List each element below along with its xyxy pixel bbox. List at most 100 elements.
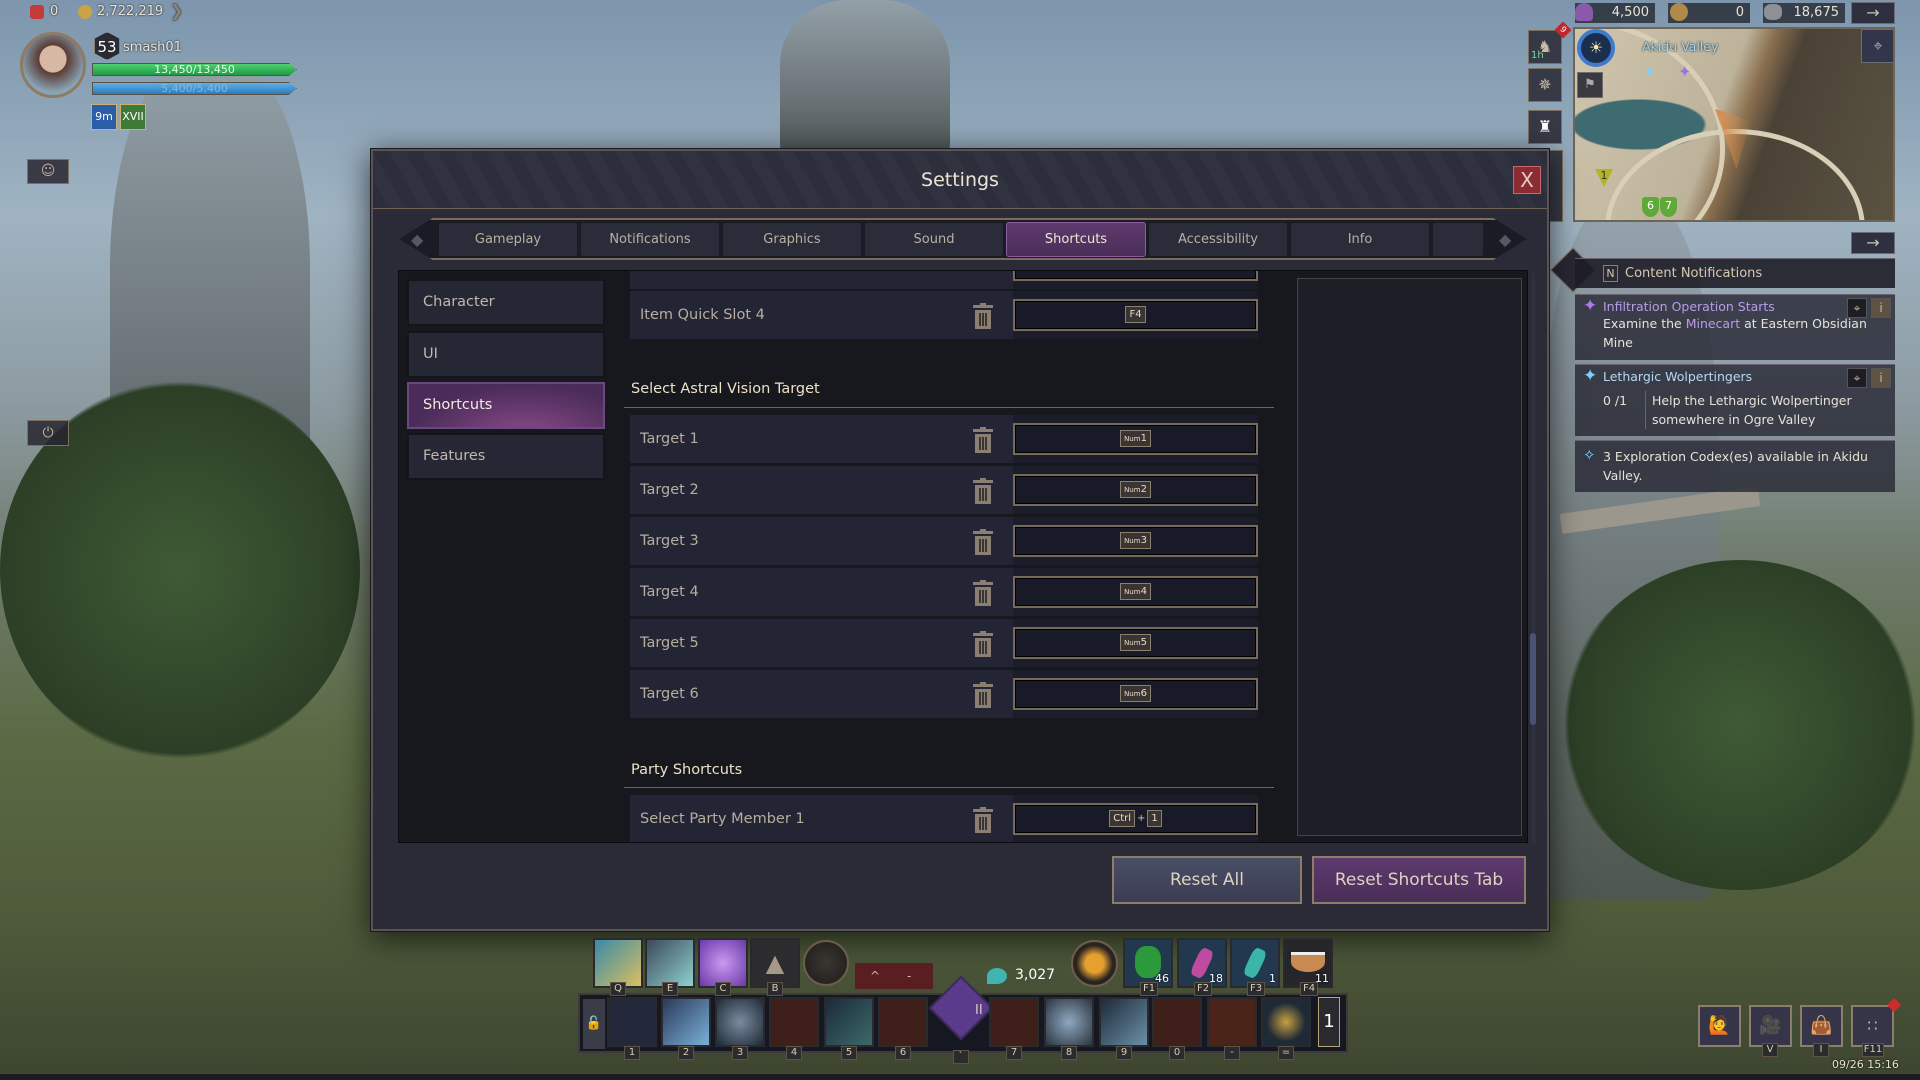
key-binding-box[interactable]: Ctrl +1: [1013, 803, 1258, 835]
inventory-button[interactable]: 👜: [1800, 1005, 1843, 1047]
reset-shortcuts-tab-button[interactable]: Reset Shortcuts Tab: [1312, 856, 1526, 904]
skill-slot-equals[interactable]: [1261, 997, 1311, 1047]
consumable-slot-f1[interactable]: 46: [1123, 938, 1173, 988]
power-icon[interactable]: ⏻: [27, 420, 69, 446]
trash-icon[interactable]: [972, 807, 994, 833]
tab-prev-icon[interactable]: ◆: [411, 230, 423, 249]
close-button[interactable]: X: [1513, 166, 1541, 194]
info-scroll-icon[interactable]: i: [1871, 368, 1891, 388]
trash-icon[interactable]: [972, 631, 994, 657]
tab-notifications[interactable]: Notifications: [580, 222, 720, 257]
key-binding-box[interactable]: F4: [1013, 299, 1258, 331]
trash-icon[interactable]: [972, 580, 994, 606]
flag-button[interactable]: ⚑: [1577, 72, 1603, 98]
skill-slot-b[interactable]: ▲: [750, 938, 800, 988]
bow-buff-icon[interactable]: 9m: [91, 104, 117, 130]
key-binding-box[interactable]: Num6: [1013, 678, 1258, 710]
sidenav-ui[interactable]: UI: [407, 331, 605, 378]
trash-icon[interactable]: [972, 682, 994, 708]
skill-slot-q[interactable]: [593, 938, 643, 988]
skill-slot-7[interactable]: [989, 997, 1039, 1047]
trash-icon[interactable]: [972, 303, 994, 329]
skill-slot-4[interactable]: [769, 997, 819, 1047]
tab-next-icon[interactable]: ◆: [1499, 230, 1511, 249]
hotbar-page[interactable]: 1: [1318, 997, 1340, 1047]
skill-slot-minus[interactable]: [1207, 997, 1257, 1047]
pet-portrait[interactable]: [1071, 940, 1118, 987]
marker-6[interactable]: 6: [1642, 197, 1659, 217]
minimap-location: Akidu Valley: [1642, 39, 1719, 54]
item-count: 1: [1269, 972, 1276, 985]
lock-icon[interactable]: 🔓: [583, 999, 605, 1049]
key-binding-box[interactable]: Num3: [1013, 525, 1258, 557]
skill-slot-5[interactable]: [824, 997, 874, 1047]
sidenav-character[interactable]: Character: [407, 279, 605, 326]
skill-slot-0[interactable]: [1152, 997, 1202, 1047]
skill-slot-9[interactable]: [1099, 997, 1149, 1047]
sun-emblem-icon[interactable]: ✵: [1528, 68, 1562, 102]
weapon-circle-icon[interactable]: [803, 940, 849, 986]
trash-icon[interactable]: [972, 529, 994, 555]
camera-button[interactable]: 🎥: [1749, 1005, 1792, 1047]
key-label: 8: [1061, 1046, 1077, 1060]
skill-slot-e[interactable]: [645, 938, 695, 988]
trash-icon[interactable]: [972, 427, 994, 453]
currency-expand-arrow-icon[interactable]: ❯: [170, 1, 183, 20]
key-binding-box[interactable]: Num4: [1013, 576, 1258, 608]
key-binding-box[interactable]: Num5: [1013, 627, 1258, 659]
tab-info[interactable]: Info: [1290, 222, 1430, 257]
scrollbar-track[interactable]: [1532, 273, 1535, 843]
key-label: Q: [610, 982, 626, 996]
compass-button[interactable]: ⌖: [1861, 29, 1893, 63]
tab-gameplay[interactable]: Gameplay: [438, 222, 578, 257]
locate-target-icon[interactable]: ⌖: [1847, 368, 1867, 388]
settings-dialog: Settings X ◆ Gameplay Notifications Grap…: [371, 149, 1549, 931]
tab-accessibility[interactable]: Accessibility: [1148, 222, 1288, 257]
grid-menu-button[interactable]: ∷: [1851, 1005, 1894, 1047]
info-scroll-icon[interactable]: i: [1871, 298, 1891, 318]
notification-text: Examine the Minecart at Eastern Obsidian…: [1603, 314, 1895, 352]
minimap[interactable]: ☀ Akidu Valley ✦ ✦ 1 6 7 ⌖ ⚑: [1573, 27, 1895, 222]
notification-item[interactable]: ✦ Lethargic Wolpertingers 0 /1 Help the …: [1575, 364, 1895, 436]
shortcut-label: Target 1: [640, 431, 699, 447]
castle-icon[interactable]: ♜: [1528, 110, 1562, 144]
key-binding-box[interactable]: [1013, 271, 1258, 281]
trash-icon[interactable]: [972, 478, 994, 504]
notification-item[interactable]: ✦ Infiltration Operation Starts Examine …: [1575, 294, 1895, 360]
emote-button[interactable]: 🙋: [1698, 1005, 1741, 1047]
party-icon[interactable]: ☺: [27, 159, 69, 184]
tab-graphics[interactable]: Graphics: [722, 222, 862, 257]
locate-target-icon[interactable]: ⌖: [1847, 298, 1867, 318]
skill-slot-c[interactable]: [698, 938, 748, 988]
expand-arrow-button[interactable]: →: [1851, 2, 1895, 24]
shortcut-row: Target 6 Num6: [630, 670, 1258, 718]
consumable-slot-f4[interactable]: 11: [1283, 938, 1333, 988]
skill-slot-3[interactable]: [715, 997, 765, 1047]
key-binding-box[interactable]: Num1: [1013, 423, 1258, 455]
player-portrait[interactable]: [20, 32, 86, 98]
scrollbar-thumb[interactable]: [1530, 633, 1536, 725]
collapse-arrow-button[interactable]: →: [1851, 232, 1895, 254]
sidenav-features[interactable]: Features: [407, 433, 605, 480]
marker-7[interactable]: 7: [1660, 197, 1677, 217]
notifications-header[interactable]: N Content Notifications: [1575, 258, 1895, 288]
roman-xvii-buff-icon[interactable]: XVII: [120, 104, 146, 130]
tab-sound[interactable]: Sound: [864, 222, 1004, 257]
key-binding-box[interactable]: Num2: [1013, 474, 1258, 506]
hp-bar: 13,450/13,450: [92, 63, 297, 76]
reset-all-button[interactable]: Reset All: [1112, 856, 1302, 904]
consumable-slot-f2[interactable]: 18: [1177, 938, 1227, 988]
consumable-slot-f3[interactable]: 1: [1230, 938, 1280, 988]
shortcut-row: Target 1 Num1: [630, 415, 1258, 463]
quest-scroll-icon[interactable]: [1548, 150, 1563, 222]
background-tree: [1560, 560, 1920, 890]
skill-slot-8[interactable]: [1044, 997, 1094, 1047]
key-prefix: Num: [1124, 588, 1141, 596]
skill-slot-6[interactable]: [878, 997, 928, 1047]
shortcut-row: Item Quick Slot 4 F4: [630, 291, 1258, 339]
skill-slot-2[interactable]: [661, 997, 711, 1047]
tab-shortcuts[interactable]: Shortcuts: [1006, 222, 1146, 257]
notification-item[interactable]: ✧ 3 Exploration Codex(es) available in A…: [1575, 440, 1895, 492]
skill-slot-1[interactable]: [607, 997, 657, 1047]
sidenav-shortcuts[interactable]: Shortcuts: [407, 382, 605, 429]
